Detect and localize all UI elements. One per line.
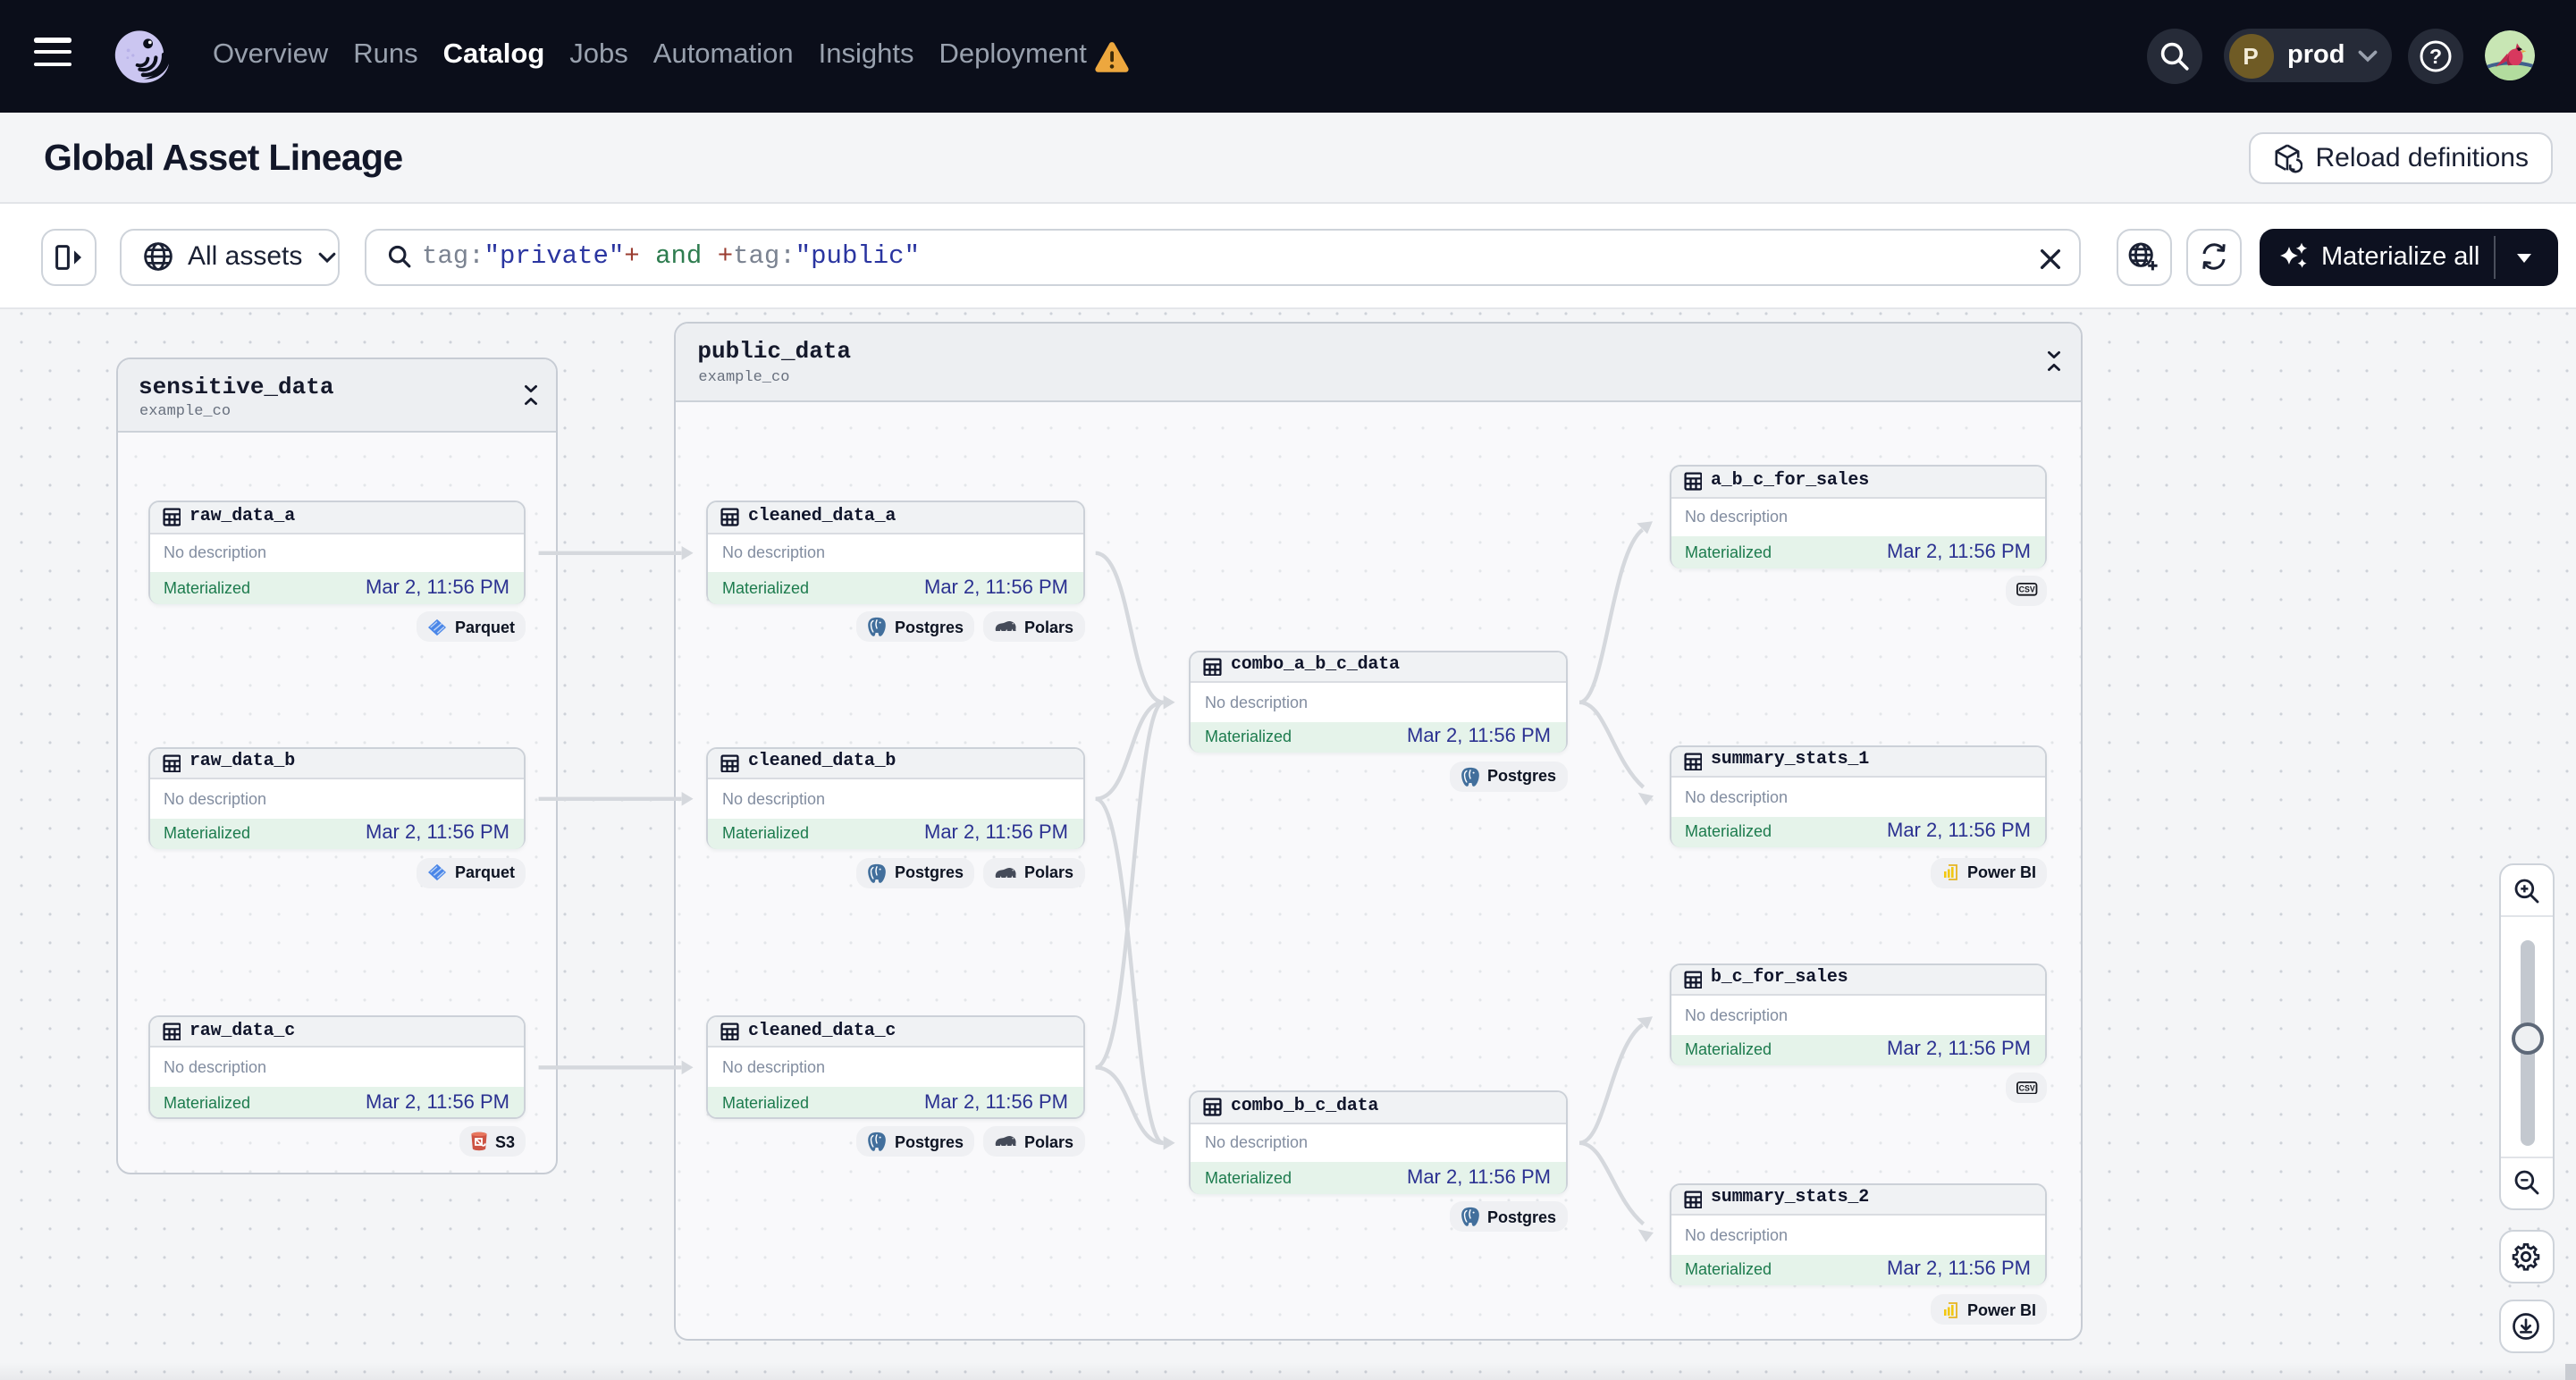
svg-text:CSV: CSV <box>2018 1083 2034 1092</box>
svg-text:?: ? <box>2429 44 2441 67</box>
svg-text:CSV: CSV <box>2018 585 2034 594</box>
